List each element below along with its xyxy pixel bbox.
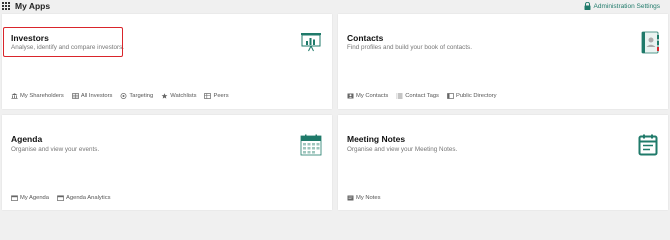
meeting-notes-title[interactable]: Meeting Notes [347, 134, 405, 144]
agenda-card[interactable]: Agenda Organise and view your events. My… [2, 115, 332, 210]
page-title: My Apps [15, 1, 51, 11]
agenda-description: Organise and view your events. [11, 146, 100, 153]
contact-book-icon [640, 31, 660, 60]
targeting-link[interactable]: Targeting [120, 93, 153, 99]
investors-highlight-box [3, 27, 123, 57]
bank-icon [11, 93, 18, 99]
contacts-title[interactable]: Contacts [347, 33, 383, 43]
investors-links: My Shareholders All Investors Targeting … [11, 93, 229, 99]
contacts-description: Find profiles and build your book of con… [347, 44, 472, 51]
meeting-notes-description: Organise and view your Meeting Notes. [347, 146, 458, 153]
administration-settings-link[interactable]: Administration Settings [584, 1, 660, 10]
top-bar: My Apps Administration Settings [0, 0, 670, 13]
contact-tags-link[interactable]: Contact Tags [396, 93, 439, 99]
my-agenda-link[interactable]: My Agenda [11, 195, 49, 201]
apps-grid-icon[interactable] [2, 2, 11, 11]
meeting-notes-links: My Notes [347, 195, 380, 201]
target-icon [120, 93, 127, 99]
grid-list-icon [71, 93, 79, 99]
lock-icon [584, 1, 591, 10]
contact-card-icon [347, 93, 354, 99]
agenda-analytics-link[interactable]: Agenda Analytics [57, 195, 111, 201]
public-directory-link[interactable]: Public Directory [447, 93, 497, 99]
calendar-icon [57, 195, 64, 201]
presentation-chart-icon [300, 32, 322, 57]
my-contacts-link[interactable]: My Contacts [347, 93, 388, 99]
meeting-notes-card[interactable]: Meeting Notes Organise and view your Mee… [338, 115, 668, 210]
star-icon [161, 93, 168, 99]
calendar-notes-icon [638, 134, 658, 161]
administration-settings-label: Administration Settings [593, 2, 660, 10]
directory-icon [447, 93, 454, 99]
peers-link[interactable]: Peers [204, 93, 229, 99]
table-icon [204, 93, 212, 99]
my-notes-link[interactable]: My Notes [347, 195, 380, 201]
agenda-title[interactable]: Agenda [11, 134, 42, 144]
list-icon [396, 93, 403, 99]
contacts-card[interactable]: Contacts Find profiles and build your bo… [338, 14, 668, 109]
calendar-icon [11, 195, 18, 201]
notes-icon [347, 195, 354, 201]
all-investors-link[interactable]: All Investors [71, 93, 112, 99]
my-shareholders-link[interactable]: My Shareholders [11, 93, 64, 99]
contacts-links: My Contacts Contact Tags Public Director… [347, 93, 497, 99]
calendar-grid-icon [300, 134, 322, 161]
agenda-links: My Agenda Agenda Analytics [11, 195, 111, 201]
watchlists-link[interactable]: Watchlists [161, 93, 196, 99]
